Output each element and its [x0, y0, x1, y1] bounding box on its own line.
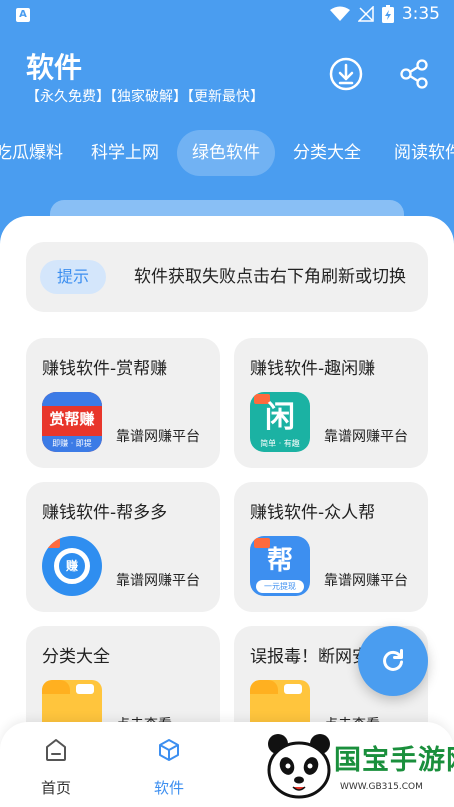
app-icon-caption: 一元提现: [256, 580, 304, 593]
home-icon: [46, 739, 66, 761]
category-tabs: 吃瓜爆料 科学上网 绿色软件 分类大全 阅读软件: [0, 130, 454, 176]
card-subtitle: 靠谱网赚平台: [116, 429, 200, 445]
no-signal-icon: [357, 6, 374, 22]
share-icon: [400, 59, 428, 89]
page-title: 软件: [26, 51, 83, 84]
app-card[interactable]: 赚钱软件-众人帮 帮 一元提现 靠谱网赚平台: [234, 482, 428, 612]
zhongrenbang-app-icon: 帮 一元提现: [250, 536, 310, 596]
card-title: 赚钱软件-趣闲赚: [250, 359, 376, 379]
nav-software-label: 软件: [153, 779, 184, 797]
quxianzhuan-app-icon: 闲 简单 · 有趣: [250, 392, 310, 452]
app-icon-caption: 简单 · 有趣: [260, 439, 300, 448]
nav-home-label: 首页: [40, 779, 71, 797]
notice-badge: 提示: [40, 260, 106, 294]
download-button[interactable]: [328, 56, 364, 92]
nav-home[interactable]: 首页: [16, 722, 96, 807]
app-icon-caption: 即赚 · 即提: [42, 436, 102, 452]
header: 软件 【永久免费】【独家破解】【更新最快】: [0, 32, 454, 122]
refresh-button[interactable]: [358, 626, 428, 696]
bangduoduo-app-icon: 赚: [42, 536, 102, 596]
app-icon-text: 赏帮赚: [49, 410, 95, 428]
watermark-title: 国宝手游网: [334, 745, 454, 776]
app-icon-text: 帮: [266, 546, 293, 576]
tab-kexue[interactable]: 科学上网: [76, 130, 174, 176]
status-bar: A 3:35: [0, 0, 454, 32]
share-button[interactable]: [396, 56, 432, 92]
card-title: 赚钱软件-赏帮赚: [42, 359, 168, 379]
status-time: 3:35: [401, 4, 440, 24]
page-subtitle: 【永久免费】【独家破解】【更新最快】: [26, 89, 264, 105]
app-card[interactable]: 赚钱软件-赏帮赚 赏帮赚 即赚 · 即提 靠谱网赚平台: [26, 338, 220, 468]
refresh-icon: [383, 649, 403, 671]
watermark: 国宝手游网 WWW.GB315.COM: [262, 722, 454, 807]
card-subtitle: 靠谱网赚平台: [324, 573, 408, 589]
app-icon: A: [16, 8, 30, 22]
tab-chigua[interactable]: 吃瓜爆料: [0, 130, 78, 176]
tab-lvse[interactable]: 绿色软件: [177, 130, 275, 176]
shangbangzhuan-app-icon: 赏帮赚 即赚 · 即提: [42, 392, 102, 452]
app-card[interactable]: 赚钱软件-趣闲赚 闲 简单 · 有趣 靠谱网赚平台: [234, 338, 428, 468]
cube-icon: [159, 739, 179, 761]
battery-charging-icon: [381, 5, 394, 23]
app-icon-text: 赚: [65, 559, 78, 573]
notice-banner: 提示 软件获取失败点击右下角刷新或切换: [26, 242, 428, 312]
notice-text: 软件获取失败点击右下角刷新或切换: [134, 267, 406, 287]
app-card[interactable]: 赚钱软件-帮多多 赚 靠谱网赚平台: [26, 482, 220, 612]
download-icon: [329, 57, 363, 91]
card-title: 赚钱软件-众人帮: [250, 503, 376, 523]
watermark-url: WWW.GB315.COM: [340, 782, 423, 792]
wifi-icon: [329, 6, 350, 21]
card-title: 分类大全: [42, 647, 110, 667]
tab-fenlei[interactable]: 分类大全: [278, 130, 376, 176]
card-title: 赚钱软件-帮多多: [42, 503, 168, 523]
main-panel: 提示 软件获取失败点击右下角刷新或切换 赚钱软件-赏帮赚 赏帮赚 即赚 · 即提…: [0, 216, 454, 807]
card-subtitle: 靠谱网赚平台: [324, 429, 408, 445]
tab-yuedu[interactable]: 阅读软件: [379, 130, 454, 176]
nav-software[interactable]: 软件: [129, 722, 209, 807]
panda-logo-icon: [267, 734, 331, 799]
app-icon-text: 闲: [265, 400, 295, 435]
card-subtitle: 靠谱网赚平台: [116, 573, 200, 589]
